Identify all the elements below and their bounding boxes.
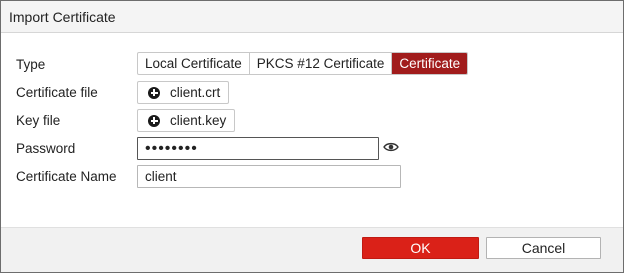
plus-circle-icon xyxy=(148,114,160,127)
key-file-upload-button[interactable]: client.key xyxy=(137,109,236,132)
key-file-name: client.key xyxy=(170,113,227,128)
certificate-name-field[interactable] xyxy=(137,165,401,188)
plus-circle-icon xyxy=(148,86,160,99)
key-file-label: Key file xyxy=(16,113,61,128)
dialog-title: Import Certificate xyxy=(9,9,116,25)
type-option-certificate[interactable]: Certificate xyxy=(392,53,468,74)
password-field[interactable] xyxy=(137,137,379,160)
type-selector: Local Certificate PKCS #12 Certificate C… xyxy=(137,52,469,75)
type-option-pkcs12-certificate[interactable]: PKCS #12 Certificate xyxy=(250,53,393,74)
eye-icon[interactable] xyxy=(383,141,399,153)
password-label: Password xyxy=(16,141,76,156)
dialog-footer: OK Cancel xyxy=(1,227,623,272)
dialog-titlebar: Import Certificate xyxy=(1,1,623,33)
certificate-name-label: Certificate Name xyxy=(16,169,117,184)
certificate-file-upload-button[interactable]: client.crt xyxy=(137,81,230,104)
cancel-button[interactable]: Cancel xyxy=(486,237,601,259)
certificate-file-label: Certificate file xyxy=(16,85,98,100)
type-label: Type xyxy=(16,57,46,72)
type-option-local-certificate[interactable]: Local Certificate xyxy=(138,53,250,74)
ok-button[interactable]: OK xyxy=(362,237,479,259)
import-certificate-dialog: Import Certificate Type Local Certificat… xyxy=(0,0,624,273)
certificate-file-name: client.crt xyxy=(170,85,221,100)
